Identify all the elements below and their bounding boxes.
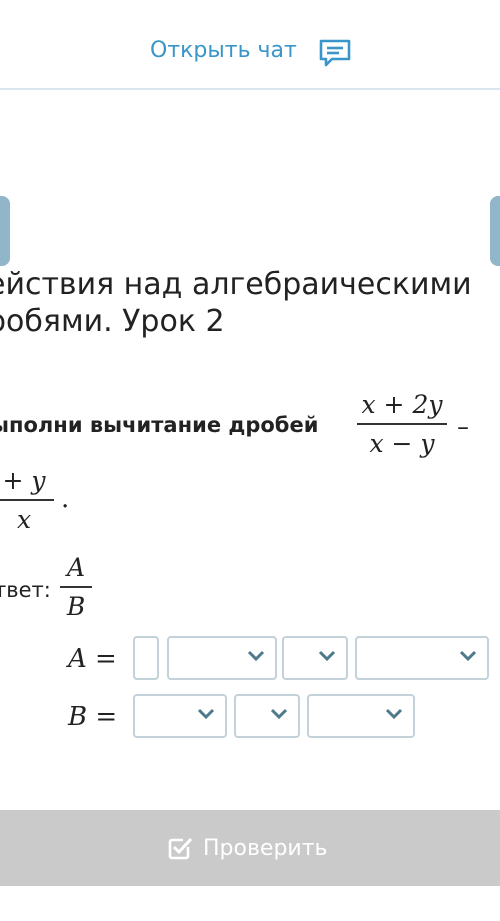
answer-label: твет: xyxy=(0,578,51,602)
fraction-2: + y x xyxy=(0,466,54,534)
minus-operator: – xyxy=(457,413,469,441)
fraction-1: x + 2y x − y xyxy=(357,390,447,458)
chevron-down-icon xyxy=(318,650,336,662)
row-a-variable: A xyxy=(68,644,87,674)
chat-icon[interactable] xyxy=(318,38,352,68)
chevron-down-icon xyxy=(270,708,288,720)
fraction-1-numerator: x + 2y xyxy=(361,390,443,419)
chevron-down-icon xyxy=(247,650,265,662)
lesson-title: ействия над алгебраическими робями. Урок… xyxy=(0,267,472,339)
row-b-label: B = xyxy=(68,702,117,732)
next-nav-tab[interactable] xyxy=(490,196,500,266)
task-instruction: ыполни вычитание дробей xyxy=(0,413,319,437)
row-a-dropdown-1[interactable] xyxy=(167,636,277,680)
row-a-dropdown-3[interactable] xyxy=(355,636,489,680)
chevron-down-icon xyxy=(385,708,403,720)
row-a-dropdown-2[interactable] xyxy=(282,636,348,680)
row-b-equals: = xyxy=(95,702,118,732)
answer-fraction-bar xyxy=(60,586,92,588)
row-b-dropdown-3[interactable] xyxy=(307,694,415,738)
chat-bar: Открыть чат xyxy=(0,0,500,90)
fraction-1-denominator: x − y xyxy=(369,429,435,458)
row-b-dropdown-1[interactable] xyxy=(133,694,227,738)
open-chat-link[interactable]: Открыть чат xyxy=(150,38,297,63)
row-b-dropdown-2[interactable] xyxy=(234,694,300,738)
answer-numerator: A xyxy=(66,553,86,582)
answer-fraction: A B xyxy=(60,553,92,621)
fraction-1-bar xyxy=(357,423,447,425)
row-a-label: A = xyxy=(68,644,117,674)
check-button[interactable]: Проверить xyxy=(167,832,328,864)
answer-denominator: B xyxy=(66,592,86,621)
row-b-variable: B xyxy=(68,702,88,732)
row-a-sign-box[interactable] xyxy=(133,636,159,680)
check-button-label: Проверить xyxy=(203,835,328,861)
row-a-equals: = xyxy=(95,644,117,674)
chevron-down-icon xyxy=(459,650,477,662)
end-period: . xyxy=(61,484,70,514)
previous-nav-tab[interactable] xyxy=(0,196,10,266)
fraction-2-denominator: x xyxy=(16,505,32,534)
chevron-down-icon xyxy=(197,708,215,720)
fraction-2-numerator: + y xyxy=(2,466,46,495)
checkbox-check-icon xyxy=(168,837,193,860)
fraction-2-bar xyxy=(0,499,54,501)
